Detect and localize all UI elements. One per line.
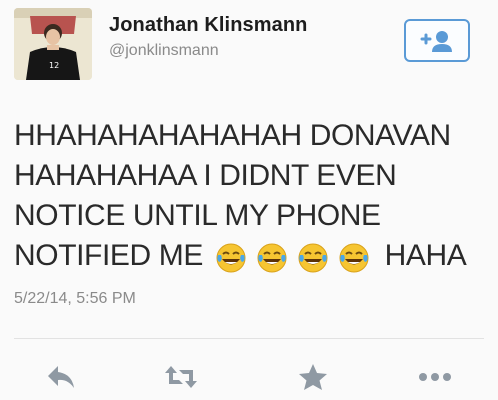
face-with-tears-of-joy-icon bbox=[257, 243, 287, 273]
emoji-group bbox=[215, 237, 371, 277]
face-with-tears-of-joy-icon bbox=[298, 243, 328, 273]
favorite-button[interactable] bbox=[296, 362, 330, 392]
reply-button[interactable] bbox=[44, 362, 78, 392]
more-button[interactable] bbox=[418, 362, 452, 392]
tweet-line: HAHAHAHAA I DIDNT EVEN bbox=[14, 159, 397, 192]
tweet-card: 12 Jonathan Klinsmann @jonklinsmann HHAH… bbox=[0, 0, 498, 400]
face-with-tears-of-joy-icon bbox=[339, 243, 369, 273]
tweet-line: HHAHAHAHAHAHAH DONAVAN bbox=[14, 119, 451, 152]
user-handle[interactable]: @jonklinsmann bbox=[109, 42, 219, 60]
jersey-number: 12 bbox=[49, 61, 59, 70]
retweet-button[interactable] bbox=[164, 362, 198, 392]
face-with-tears-of-joy-icon bbox=[216, 243, 246, 273]
more-icon bbox=[419, 373, 451, 381]
tweet-actions-bar bbox=[0, 348, 498, 400]
follow-button[interactable] bbox=[404, 19, 470, 62]
profile-photo: 12 bbox=[14, 8, 92, 80]
retweet-icon bbox=[165, 366, 197, 388]
add-user-icon bbox=[420, 30, 452, 52]
tweet-text: HHAHAHAHAHAHAH DONAVAN HAHAHAHAA I DIDNT… bbox=[14, 116, 484, 277]
divider bbox=[14, 338, 484, 339]
tweet-line: NOTICE UNTIL MY PHONE bbox=[14, 199, 381, 232]
avatar[interactable]: 12 bbox=[14, 8, 92, 80]
user-display-name[interactable]: Jonathan Klinsmann bbox=[109, 14, 308, 37]
tweet-line-with-emojis: NOTIFIED ME HAHA bbox=[14, 236, 484, 277]
star-icon bbox=[299, 364, 327, 390]
tweet-line: NOTIFIED ME bbox=[14, 239, 203, 272]
tweet-timestamp[interactable]: 5/22/14, 5:56 PM bbox=[14, 290, 136, 308]
tweet-trailing-text: HAHA bbox=[384, 239, 467, 272]
reply-icon bbox=[48, 366, 74, 388]
